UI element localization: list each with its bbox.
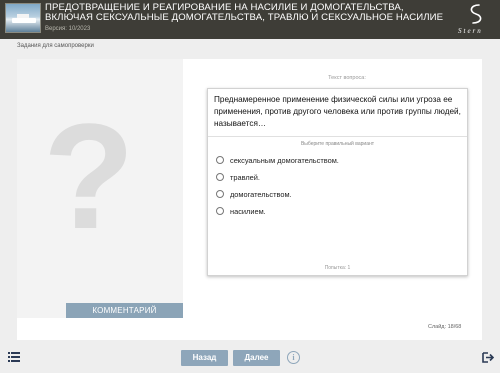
next-button[interactable]: Далее [233,350,280,366]
radio-button[interactable] [216,207,224,215]
answer-option[interactable]: домогательством. [216,188,292,200]
image-placeholder-pane: ? КОММЕНТАРИЙ [17,59,183,318]
comment-button[interactable]: КОММЕНТАРИЙ [66,303,183,318]
answer-option-label: домогательством. [230,189,292,199]
question-card: Преднамеренное применение физической сил… [207,88,468,276]
course-thumbnail [5,3,41,33]
answer-option-label: насилием. [230,206,266,216]
s-swirl-logo-icon: Stern [458,4,483,35]
slide-panel: ? КОММЕНТАРИЙ Текст вопроса: Преднамерен… [17,59,482,340]
radio-button[interactable] [216,173,224,181]
question-label: Текст вопроса: [328,75,366,81]
answer-option-label: сексуальным домогательством. [230,155,339,165]
radio-button[interactable] [216,190,224,198]
divider [208,136,467,137]
answer-option[interactable]: сексуальным домогательством. [216,154,339,166]
choose-hint: Выберите правильный вариант [300,141,375,147]
attempts-counter: Попытка: 1 [324,265,351,271]
info-icon[interactable]: i [287,351,300,364]
answer-option[interactable]: травлей. [216,171,260,183]
back-button[interactable]: Назад [181,350,228,366]
answer-option[interactable]: насилием. [216,205,266,217]
header-bar: ПРЕДОТВРАЩЕНИЕ И РЕАГИРОВАНИЕ НА НАСИЛИЕ… [0,0,500,39]
section-label: Задания для самопроверки [17,43,94,49]
course-title: ПРЕДОТВРАЩЕНИЕ И РЕАГИРОВАНИЕ НА НАСИЛИЕ… [45,3,445,23]
radio-button[interactable] [216,156,224,164]
answer-option-label: травлей. [230,172,260,182]
exit-icon[interactable] [482,352,494,363]
course-title-line2: ВКЛЮЧАЯ СЕКСУАЛЬНЫЕ ДОМОГАТЕЛЬСТВА, ТРАВ… [45,12,444,23]
question-text: Преднамеренное применение физической сил… [214,95,461,128]
brand-text: Stern [458,27,483,35]
slide-counter: Слайд: 18/68 [428,324,462,330]
version-label: Версия: 10/2023 [45,26,91,32]
menu-list-icon[interactable] [8,352,20,362]
question-mark-icon: ? [43,92,135,260]
